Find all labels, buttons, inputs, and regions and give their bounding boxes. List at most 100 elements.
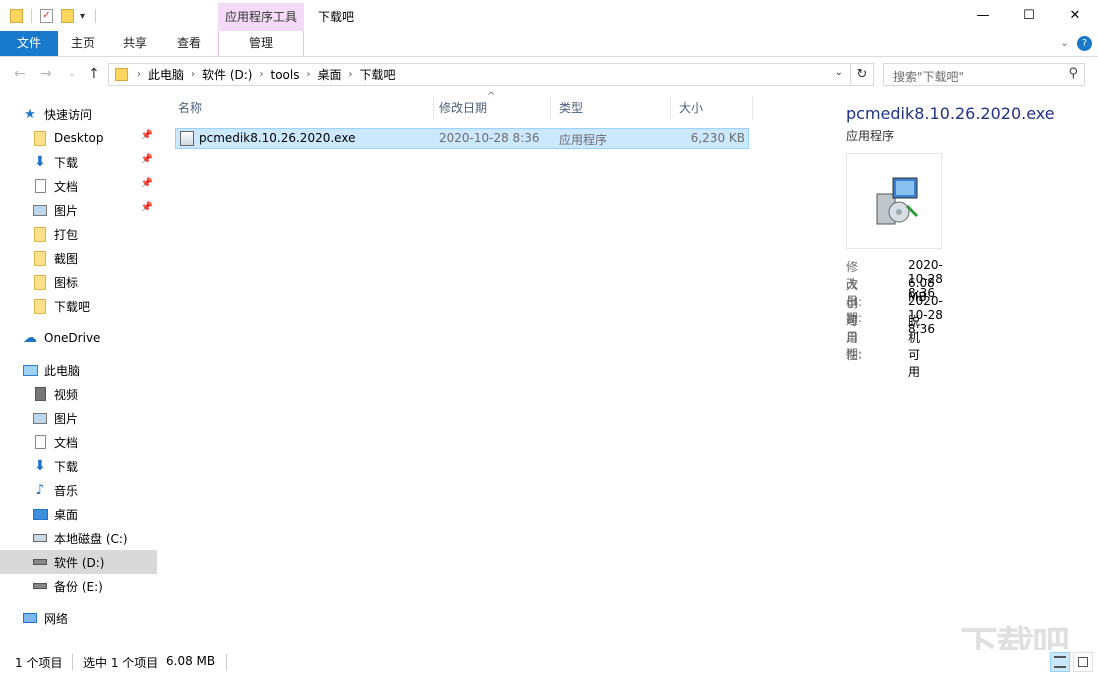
expand-ribbon-icon[interactable]: ⌄ — [1060, 36, 1069, 49]
sidebar-item-pc-downloads[interactable]: ⬇ 下载 — [0, 454, 157, 478]
computer-icon — [22, 362, 38, 378]
selected-size: 6.08 MB — [166, 654, 216, 668]
search-box[interactable]: 搜索"下载吧" ⚲ — [883, 63, 1085, 86]
minimize-button[interactable]: — — [960, 0, 1006, 31]
sidebar-item-pc-pictures[interactable]: 图片 — [0, 406, 157, 430]
sidebar-item-label: 文档 — [54, 179, 79, 194]
tab-home[interactable]: 主页 — [58, 31, 108, 56]
sidebar-item-label: 下载吧 — [54, 299, 91, 314]
sidebar-item-screenshots[interactable]: 截图 — [0, 246, 157, 270]
sidebar-item-documents[interactable]: 文档 📌 — [0, 174, 157, 198]
sidebar-item-pictures[interactable]: 图片 📌 — [0, 198, 157, 222]
tab-manage[interactable]: 管理 — [218, 31, 304, 56]
star-icon: ★ — [24, 106, 36, 122]
sidebar-item-label: OneDrive — [44, 331, 101, 345]
sidebar-item-this-pc[interactable]: 此电脑 — [0, 358, 157, 382]
sidebar-item-xiazaiba[interactable]: 下载吧 — [0, 294, 157, 318]
tab-file[interactable]: 文件 — [0, 31, 58, 56]
chevron-down-icon[interactable]: ⌄ — [835, 67, 843, 78]
recent-locations-icon[interactable]: ⌄ — [68, 68, 76, 79]
sidebar-item-label: 视频 — [54, 387, 79, 402]
folder-icon — [32, 250, 48, 266]
document-icon — [32, 178, 48, 194]
forward-arrow-icon[interactable]: → — [40, 66, 52, 82]
sidebar-item-label: 打包 — [54, 227, 79, 242]
item-count: 1 个项目 — [15, 656, 63, 670]
folder-icon[interactable] — [10, 9, 23, 23]
sidebar-item-drive-c[interactable]: 本地磁盘 (C:) — [0, 526, 157, 550]
document-icon — [32, 434, 48, 450]
preview-file-type: 应用程序 — [846, 129, 895, 143]
title-bar: ✓ ▾ 应用程序工具 下载吧 — ☐ ✕ — [0, 0, 1098, 31]
sidebar-item-quick-access[interactable]: ★ 快速访问 — [22, 102, 179, 126]
breadcrumb-this-pc[interactable]: 此电脑 — [144, 66, 188, 83]
address-bar[interactable]: › 此电脑 › 软件 (D:) › tools › 桌面 › 下载吧 ⌄ — [108, 63, 874, 86]
pin-icon: 📌 — [140, 178, 153, 189]
picture-icon — [32, 202, 48, 218]
chevron-right-icon[interactable]: › — [188, 69, 198, 80]
folder-icon — [115, 68, 128, 81]
sidebar-item-drive-e[interactable]: 备份 (E:) — [0, 574, 157, 598]
details-view-button[interactable] — [1050, 652, 1070, 672]
prop-key: 可用性: — [846, 314, 863, 362]
close-button[interactable]: ✕ — [1052, 0, 1098, 31]
search-icon[interactable]: ⚲ — [1068, 66, 1078, 81]
file-size: 6,230 KB — [690, 131, 745, 145]
sort-ascending-icon: ^ — [487, 91, 496, 102]
large-icons-view-button[interactable] — [1073, 652, 1093, 672]
preview-thumbnail — [846, 153, 942, 249]
drive-icon — [32, 554, 48, 570]
sidebar-item-label: 网络 — [44, 611, 69, 626]
sidebar-item-drive-d[interactable]: 软件 (D:) — [0, 550, 157, 574]
navigation-row: ← → ⌄ ↑ › 此电脑 › 软件 (D:) › tools › 桌面 › 下… — [0, 58, 1098, 92]
column-header-type[interactable]: 类型 — [551, 96, 671, 120]
sidebar-item-network[interactable]: 网络 — [0, 606, 157, 630]
selected-count: 选中 1 个项目 — [83, 656, 159, 670]
customize-toolbar-icon[interactable]: ▾ — [80, 11, 85, 22]
sidebar-item-music[interactable]: ♪ 音乐 — [0, 478, 157, 502]
breadcrumb-drive-d[interactable]: 软件 (D:) — [198, 66, 256, 83]
sidebar-item-desktop[interactable]: Desktop 📌 — [0, 126, 157, 150]
column-header-size[interactable]: 大小 — [671, 96, 753, 120]
chevron-right-icon[interactable]: › — [256, 69, 266, 80]
tab-share[interactable]: 共享 — [110, 31, 160, 56]
navigation-pane: ★ 快速访问 Desktop 📌 ⬇ 下载 📌 文档 📌 图片 📌 打包 截图 … — [0, 96, 160, 648]
status-bar: 1 个项目 选中 1 个项目 6.08 MB — [0, 650, 1098, 674]
folder-icon — [32, 274, 48, 290]
sidebar-item-pc-desktop[interactable]: 桌面 — [0, 502, 157, 526]
divider — [31, 9, 32, 23]
table-row[interactable]: pcmedik8.10.26.2020.exe 2020-10-28 8:36 … — [175, 128, 749, 149]
preview-file-name: pcmedik8.10.26.2020.exe — [846, 104, 1055, 123]
sidebar-item-label: 本地磁盘 (C:) — [54, 531, 128, 546]
properties-icon[interactable]: ✓ — [40, 9, 53, 23]
chevron-right-icon[interactable]: › — [134, 69, 144, 80]
sidebar-item-onedrive[interactable]: ☁ OneDrive — [0, 326, 157, 350]
maximize-button[interactable]: ☐ — [1006, 0, 1052, 31]
folder-icon — [32, 226, 48, 242]
breadcrumb-desktop[interactable]: 桌面 — [313, 66, 345, 83]
sidebar-item-downloads[interactable]: ⬇ 下载 📌 — [0, 150, 157, 174]
sidebar-item-videos[interactable]: 视频 — [0, 382, 157, 406]
breadcrumb-tools[interactable]: tools — [266, 68, 303, 82]
sidebar-item-pack[interactable]: 打包 — [0, 222, 157, 246]
sidebar-item-pc-documents[interactable]: 文档 — [0, 430, 157, 454]
chevron-right-icon[interactable]: › — [345, 69, 355, 80]
new-folder-icon[interactable] — [61, 9, 74, 23]
column-header-name[interactable]: 名称 — [170, 96, 434, 120]
help-icon[interactable]: ? — [1077, 36, 1092, 51]
sidebar-item-label: 此电脑 — [44, 363, 81, 378]
window-title: 下载吧 — [318, 10, 355, 24]
tab-view[interactable]: 查看 — [162, 31, 216, 56]
search-input[interactable]: 搜索"下载吧" — [893, 68, 964, 85]
chevron-right-icon[interactable]: › — [303, 69, 313, 80]
refresh-button[interactable]: ↻ — [850, 63, 874, 86]
up-arrow-icon[interactable]: ↑ — [88, 66, 100, 82]
sidebar-item-label: 桌面 — [54, 507, 79, 522]
back-arrow-icon[interactable]: ← — [14, 66, 26, 82]
prop-value: 脱机可用 — [908, 314, 921, 379]
file-modified: 2020-10-28 8:36 — [439, 131, 540, 145]
installer-icon — [180, 131, 194, 146]
sidebar-item-icons[interactable]: 图标 — [0, 270, 157, 294]
breadcrumb-current[interactable]: 下载吧 — [355, 66, 399, 83]
quick-access-toolbar: ✓ ▾ — [10, 6, 97, 26]
